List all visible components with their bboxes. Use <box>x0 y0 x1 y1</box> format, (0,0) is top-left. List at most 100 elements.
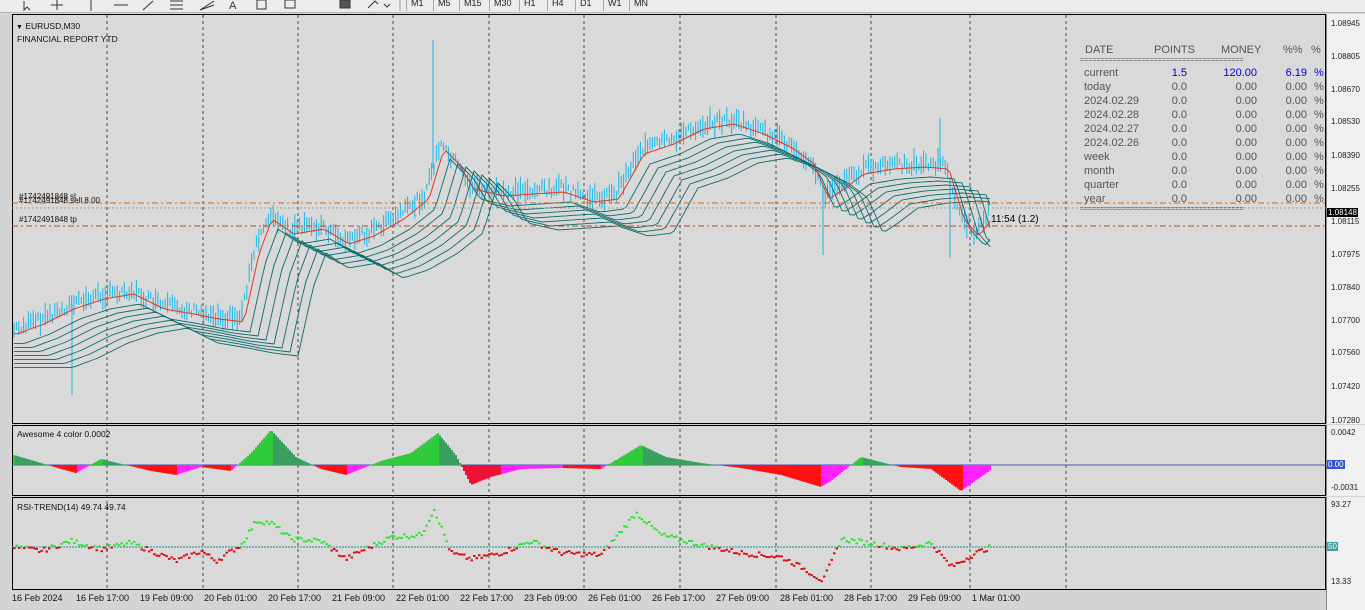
rsi-title: RSI-TREND(14) 49.74 49.74 <box>17 502 126 512</box>
price-tick-label: 1.08390 <box>1331 151 1360 160</box>
order-tp-label[interactable]: #1742491848 tp <box>19 215 77 224</box>
rsi-scale-mid: 50 <box>1327 542 1338 551</box>
timeframe-d1[interactable]: D1 <box>580 0 592 10</box>
rsi-scale-top: 93.27 <box>1331 500 1352 509</box>
report-money: 0.00 <box>1235 123 1257 135</box>
report-pct: 0.00 <box>1285 123 1307 135</box>
time-tick-label: 20 Feb 01:00 <box>204 593 258 603</box>
report-date: today <box>1084 81 1111 93</box>
report-pct: 0.00 <box>1285 95 1307 107</box>
price-tick-label: 1.07560 <box>1331 348 1360 357</box>
report-money: 0.00 <box>1235 193 1257 205</box>
report-row: current 1.5 120.00 6.19% <box>1080 67 1326 81</box>
report-money: 0.00 <box>1235 95 1257 107</box>
awesome-oscillator-panel[interactable] <box>12 425 1326 496</box>
timeframe-m15[interactable]: M15 <box>464 0 482 10</box>
toolbar: A M1 M5 M15 M30 H1 H4 D1 W1 MN <box>0 0 1365 13</box>
time-tick-label: 1 Mar 01:00 <box>972 593 1021 603</box>
timeframe-separator <box>547 0 548 11</box>
order-sell-label[interactable]: #1742491848 sell 8.00 <box>19 196 100 205</box>
report-date: month <box>1084 165 1115 177</box>
text-tool[interactable]: A <box>229 0 237 12</box>
report-sign: % <box>1314 67 1324 79</box>
time-tick-label: 28 Feb 01:00 <box>780 593 834 603</box>
header-pct: %% <box>1283 44 1303 56</box>
time-tick-label: 21 Feb 09:00 <box>332 593 386 603</box>
report-points: 0.0 <box>1171 137 1187 149</box>
header-date: DATE <box>1085 44 1114 56</box>
time-tick-label: 22 Feb 01:00 <box>396 593 450 603</box>
rsi-scale-bottom: 13.33 <box>1331 577 1352 586</box>
timeframe-separator <box>459 0 460 11</box>
price-tick-label: 1.07700 <box>1331 316 1360 325</box>
report-money: 0.00 <box>1235 165 1257 177</box>
report-row: 2024.02.27 0.0 0.00 0.00% <box>1080 123 1326 137</box>
report-row: 2024.02.26 0.0 0.00 0.00% <box>1080 137 1326 151</box>
report-points: 0.0 <box>1171 81 1187 93</box>
price-tick-label: 1.08115 <box>1331 217 1360 226</box>
timeframe-m5[interactable]: M5 <box>438 0 451 10</box>
ao-title: Awesome 4 color 0.0002 <box>17 429 111 439</box>
report-sign: % <box>1314 179 1324 191</box>
time-tick-label: 20 Feb 17:00 <box>268 593 322 603</box>
time-tick-label: 23 Feb 09:00 <box>524 593 578 603</box>
timeframe-w1[interactable]: W1 <box>608 0 622 10</box>
report-row: 2024.02.28 0.0 0.00 0.00% <box>1080 109 1326 123</box>
symbol-label: EURUSD,M30 <box>25 21 81 31</box>
report-date: 2024.02.28 <box>1084 109 1140 121</box>
current-price-badge: 1.08148 <box>1327 208 1358 217</box>
price-tick-label: 1.08255 <box>1331 184 1360 193</box>
timeframe-m30[interactable]: M30 <box>494 0 512 10</box>
report-points: 0.0 <box>1171 109 1187 121</box>
report-money: 0.00 <box>1235 81 1257 93</box>
report-row: 2024.02.29 0.0 0.00 0.00% <box>1080 95 1326 109</box>
price-tick-label: 1.08670 <box>1331 85 1360 94</box>
timeframe-m1[interactable]: M1 <box>411 0 424 10</box>
cursor-icon[interactable] <box>23 1 31 12</box>
report-sign: % <box>1314 137 1324 149</box>
rsi-panel[interactable] <box>12 497 1326 590</box>
report-row: today 0.0 0.00 0.00% <box>1080 81 1326 95</box>
timeframe-mn[interactable]: MN <box>634 0 648 10</box>
fibonacci-icon[interactable] <box>170 0 183 10</box>
ao-scale-bottom: -0.0031 <box>1331 483 1359 492</box>
report-row: month 0.0 0.00 0.00% <box>1080 165 1326 179</box>
report-pct: 0.00 <box>1285 193 1307 205</box>
shapes-icon[interactable] <box>339 0 351 9</box>
report-date: year <box>1084 193 1106 205</box>
report-pct: 0.00 <box>1285 151 1307 163</box>
crosshair-icon[interactable] <box>51 0 63 10</box>
time-tick-label: 22 Feb 17:00 <box>460 593 514 603</box>
report-sign: % <box>1314 95 1324 107</box>
report-points: 0.0 <box>1171 179 1187 191</box>
fibo-fan-icon[interactable] <box>199 0 215 11</box>
report-row: quarter 0.0 0.00 0.00% <box>1080 179 1326 193</box>
report-sign: % <box>1314 193 1324 205</box>
report-date: 2024.02.27 <box>1084 123 1140 135</box>
time-tick-label: 27 Feb 09:00 <box>716 593 770 603</box>
chevron-down-icon[interactable]: ▼ <box>16 24 23 31</box>
drawing-tools: A <box>23 0 401 12</box>
time-tick-label: 19 Feb 09:00 <box>140 593 194 603</box>
timeframe-separator <box>406 0 407 11</box>
timeframe-separator <box>603 0 604 11</box>
timeframe-h4[interactable]: H4 <box>552 0 564 10</box>
report-subtitle: FINANCIAL REPORT YTD <box>17 34 118 44</box>
header-money: MONEY <box>1221 44 1262 56</box>
trendline-icon[interactable] <box>142 0 154 11</box>
timeframe-separator <box>575 0 576 11</box>
time-tick-label: 16 Feb 2024 <box>12 593 63 603</box>
report-date: week <box>1084 151 1110 163</box>
header-sign: % <box>1311 44 1321 56</box>
time-tick-label: 29 Feb 09:00 <box>908 593 962 603</box>
timeframe-h1[interactable]: H1 <box>524 0 536 10</box>
report-points: 0.0 <box>1171 165 1187 177</box>
label-icon[interactable] <box>256 0 267 10</box>
report-sign: % <box>1314 109 1324 121</box>
price-tick-label: 1.07975 <box>1331 250 1360 259</box>
report-money: 120.00 <box>1223 67 1257 79</box>
arrows-icon[interactable] <box>367 0 391 9</box>
header-points: POINTS <box>1154 44 1195 56</box>
report-date: 2024.02.29 <box>1084 95 1140 107</box>
rectangle-icon[interactable] <box>284 0 296 9</box>
